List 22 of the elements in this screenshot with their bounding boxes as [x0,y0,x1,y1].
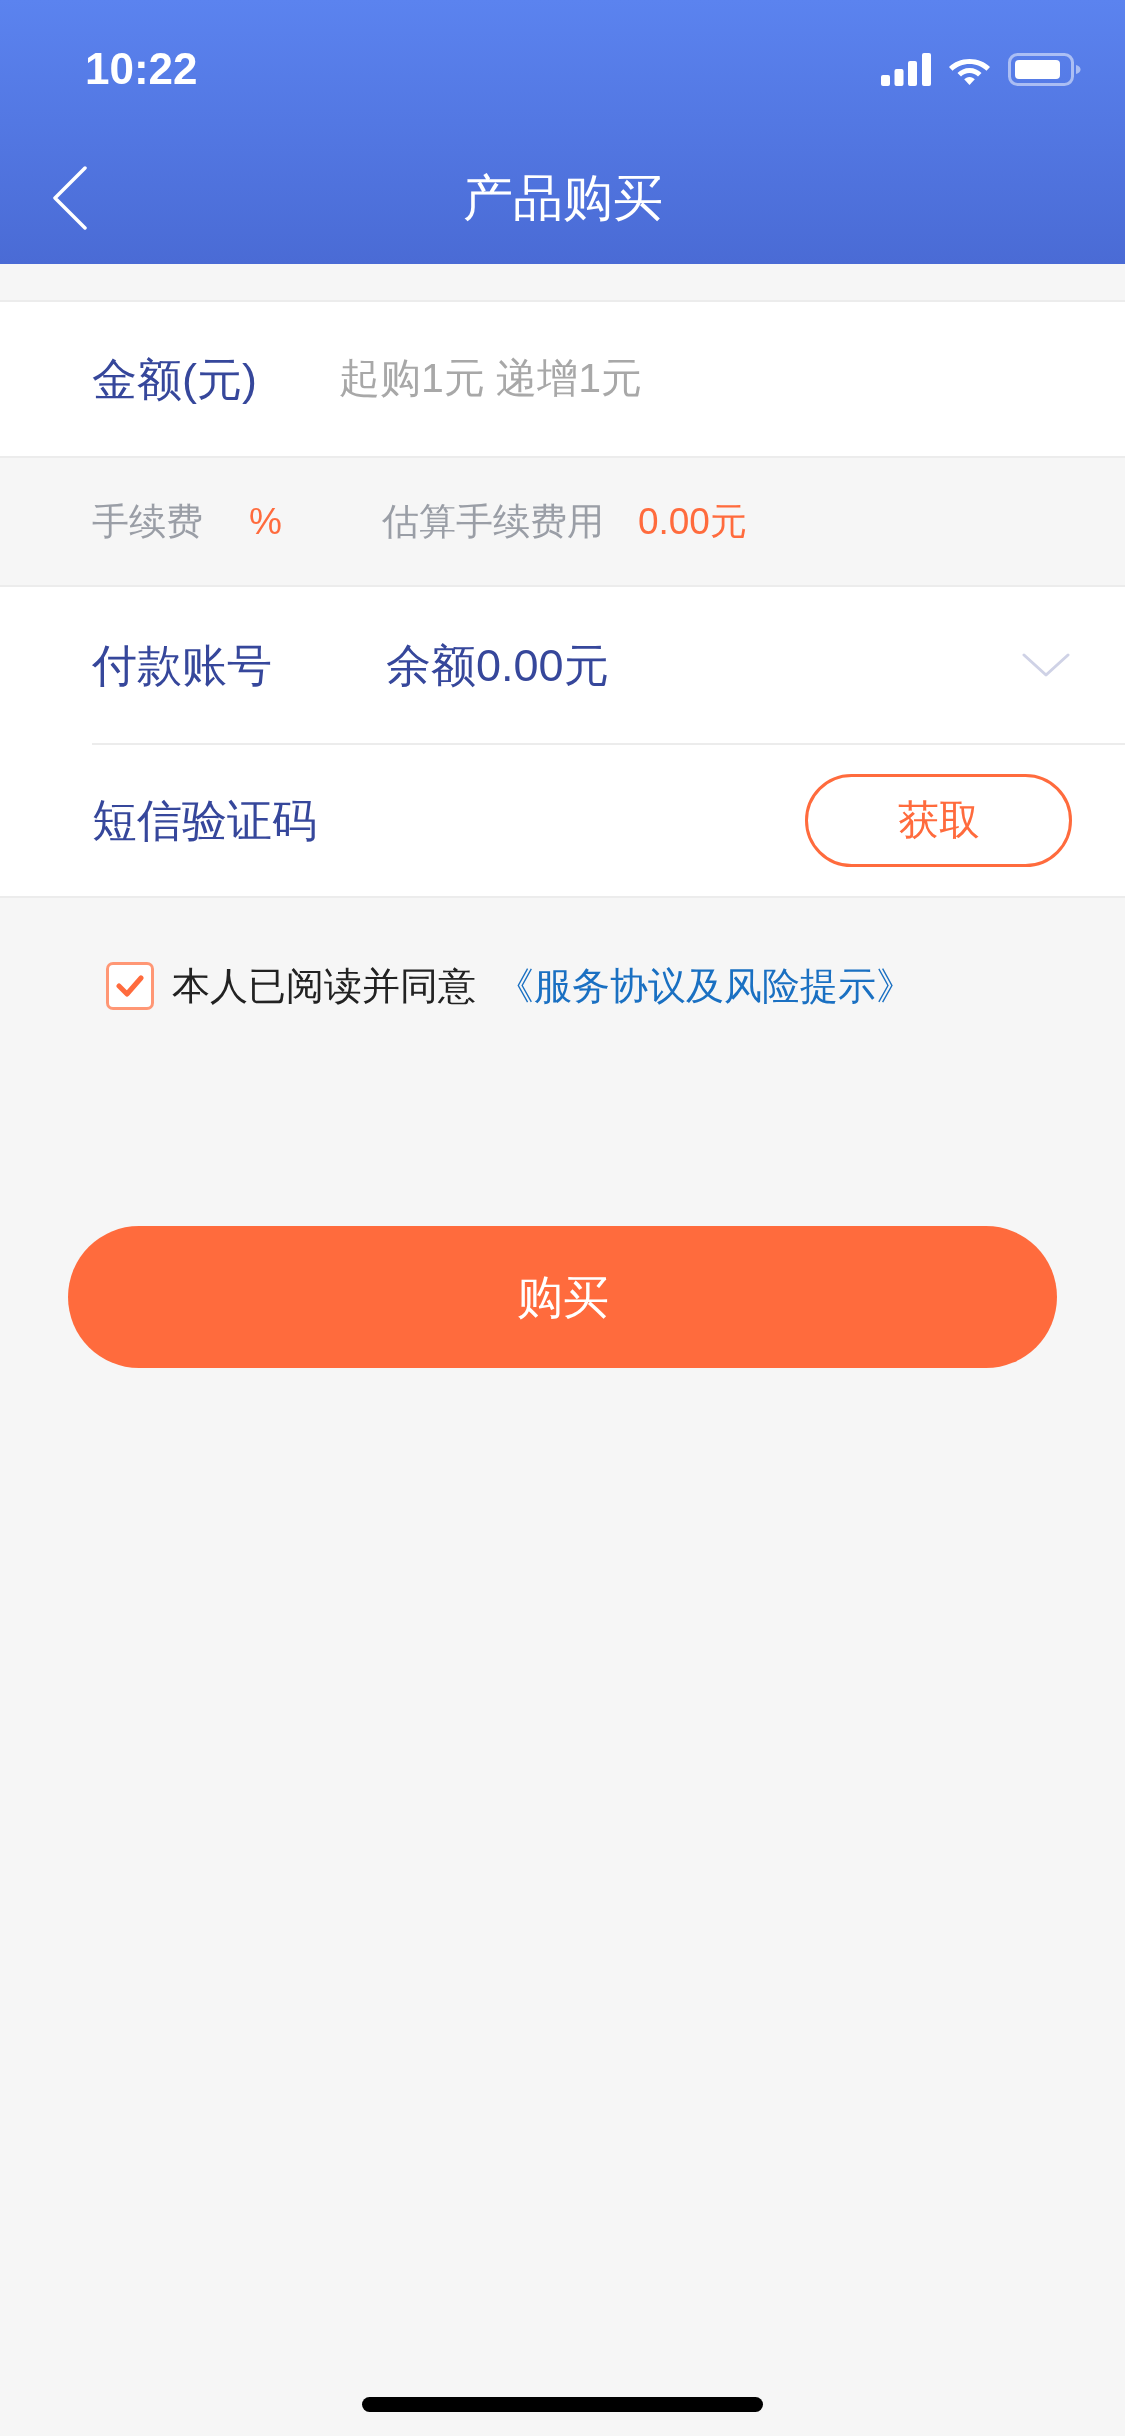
chevron-down-icon[interactable] [1022,653,1070,677]
amount-label: 金额(元) [92,356,258,402]
fee-label: 手续费 [92,503,203,540]
check-icon [116,975,144,997]
account-balance-value: 余额0.00元 [386,642,609,688]
fee-rate-value: % [249,503,282,540]
buy-button[interactable]: 购买 [68,1226,1057,1368]
estimated-fee-label: 估算手续费用 [381,503,604,540]
amount-field[interactable]: 金额(元) 起购1元 递增1元 [0,302,1125,456]
agreement-text: 本人已阅读并同意 [172,967,476,1005]
sms-code-label: 短信验证码 [92,798,317,843]
get-code-button[interactable]: 获取 [805,774,1072,867]
agreement-checkbox[interactable] [106,962,154,1010]
account-label: 付款账号 [92,642,273,688]
signal-icon [881,52,931,86]
back-button[interactable] [52,166,88,230]
service-agreement-link[interactable]: 《服务协议及风险提示》 [496,967,914,1005]
amount-input[interactable]: 起购1元 递增1元 [339,349,1085,409]
estimated-fee-value: 0.00元 [637,503,747,540]
status-time: 10:22 [85,47,198,91]
page-title: 产品购买 [462,173,663,223]
battery-icon [1008,52,1081,86]
